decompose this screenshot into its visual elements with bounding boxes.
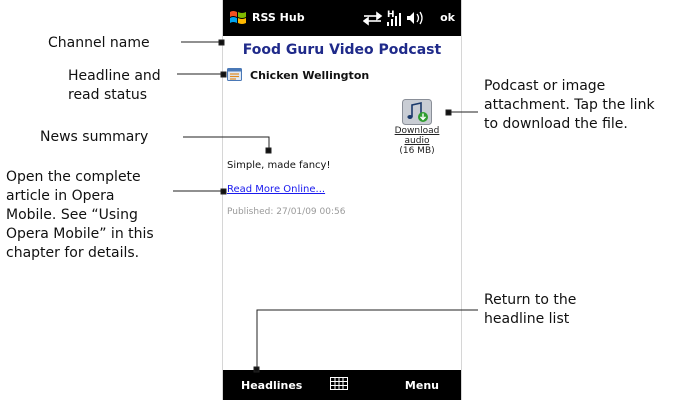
menu-softkey[interactable]: Menu (405, 379, 439, 392)
callout-open-line: Open the complete (6, 169, 141, 185)
headline-title: Chicken Wellington (250, 69, 370, 82)
callout-attachment: Podcast or image attachment. Tap the lin… (484, 77, 655, 134)
read-more-link[interactable]: Read More Online... (227, 184, 325, 195)
attachment-size: (16 MB) (399, 146, 435, 156)
download-audio-link[interactable]: Download audio (383, 126, 451, 146)
callout-channel-name-text: Channel name (48, 35, 150, 51)
audio-attachment[interactable]: Download audio (16 MB) (383, 99, 451, 156)
callout-open-article: Open the complete article in Opera Mobil… (6, 168, 154, 263)
headline-row: Chicken Wellington (223, 66, 461, 86)
volume-icon[interactable] (407, 11, 423, 25)
headlines-softkey[interactable]: Headlines (241, 379, 302, 392)
callout-attachment-line: attachment. Tap the link (484, 97, 655, 113)
music-note-icon[interactable] (402, 99, 432, 125)
news-summary: Simple, made fancy! (227, 160, 331, 171)
callout-open-line: Mobile. See “Using (6, 207, 138, 223)
callout-open-line: article in Opera (6, 188, 115, 204)
callout-headline-line: Headline and (68, 68, 161, 84)
keyboard-icon[interactable] (330, 377, 348, 390)
callout-open-line: chapter for details. (6, 245, 140, 261)
callout-return-line: Return to the (484, 292, 577, 308)
callout-headline-status: Headline and read status (68, 67, 161, 105)
callout-open-line: Opera Mobile” in this (6, 226, 154, 242)
status-icons: H (363, 10, 423, 26)
windows-start-icon[interactable] (229, 9, 247, 27)
callout-return-line: headline list (484, 311, 570, 327)
channel-name: Food Guru Video Podcast (242, 42, 442, 58)
ok-button[interactable]: ok (440, 11, 455, 24)
callout-news-summary: News summary (40, 128, 148, 147)
callout-headline-line: read status (68, 87, 147, 103)
network-type-label: H (387, 10, 395, 20)
connectivity-icon[interactable] (363, 11, 383, 26)
callout-news-summary-text: News summary (40, 129, 149, 145)
softkey-bar: Headlines Menu (223, 370, 461, 400)
callout-attachment-line: to download the file. (484, 116, 628, 132)
callout-return-list: Return to the headline list (484, 291, 576, 329)
callout-channel-name: Channel name (48, 34, 150, 53)
callout-attachment-line: Podcast or image (484, 78, 606, 94)
published-date: Published: 27/01/09 00:56 (227, 207, 346, 217)
status-bar: RSS Hub H ok (223, 0, 461, 36)
app-title: RSS Hub (252, 11, 305, 24)
phone-screen: RSS Hub H ok Food Guru Video Podcast Chi… (222, 0, 462, 400)
read-status-icon (227, 68, 242, 81)
